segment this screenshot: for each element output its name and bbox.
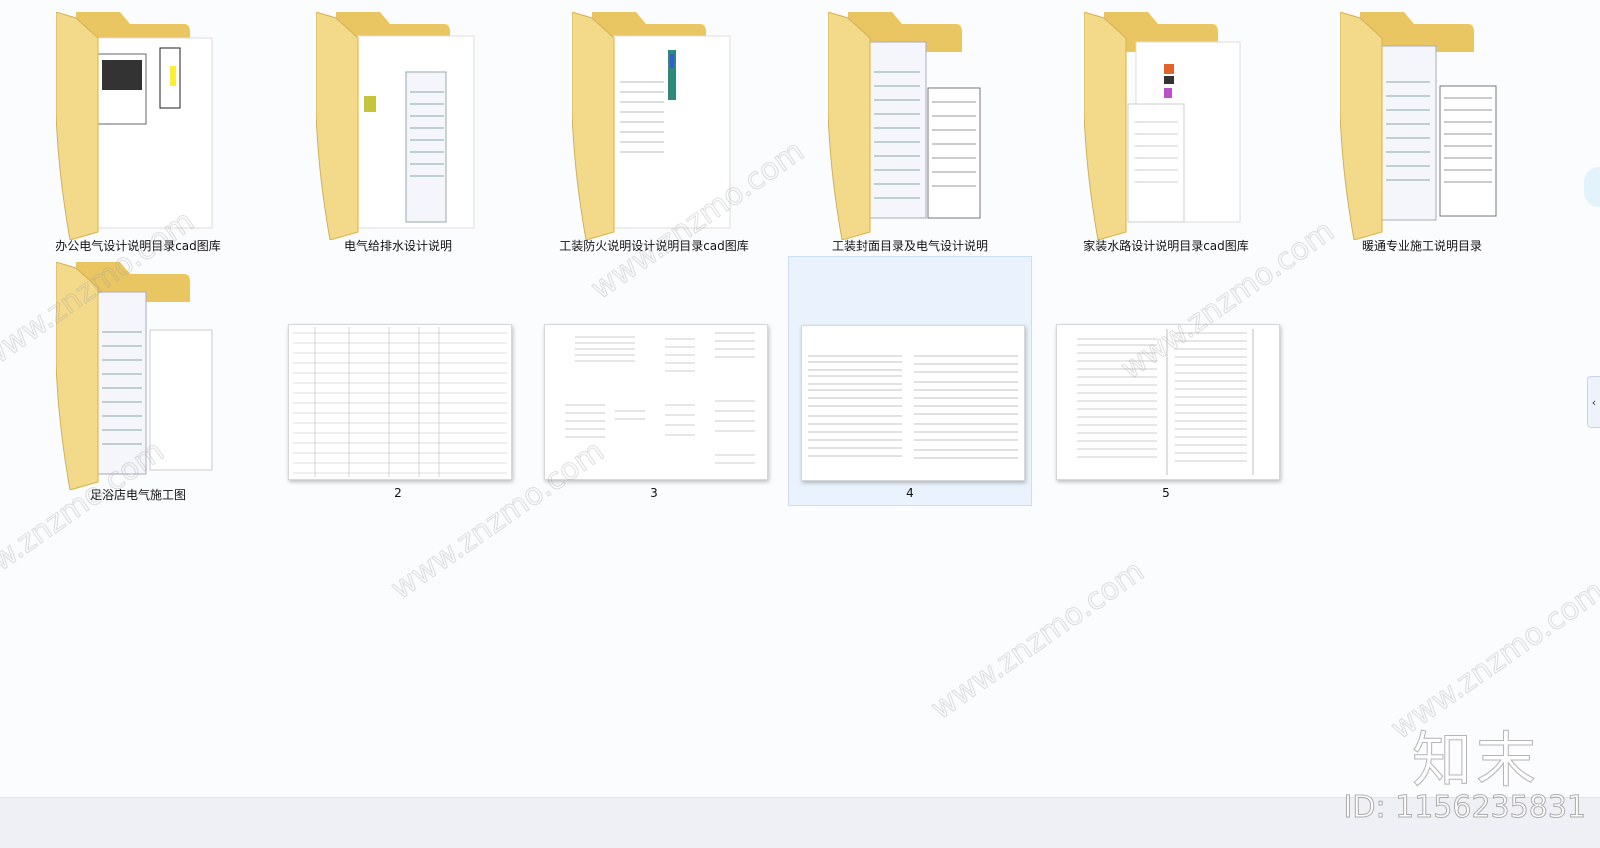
image-label: 3 bbox=[650, 486, 658, 500]
folder-label: 足浴店电气施工图 bbox=[89, 488, 186, 502]
image-thumbnail bbox=[1056, 324, 1280, 480]
collapse-panel-button[interactable]: ‹ bbox=[1587, 376, 1600, 428]
folder-item[interactable]: 电气给排水设计说明 bbox=[276, 6, 520, 256]
folder-icon bbox=[1340, 12, 1497, 240]
folder-icon bbox=[572, 12, 731, 240]
brand-id: ID: 1156235831 bbox=[1343, 790, 1586, 826]
folder-label: 家装水路设计说明目录cad图库 bbox=[1083, 239, 1249, 253]
folder-item[interactable]: 家装水路设计说明目录cad图库 bbox=[1044, 6, 1288, 256]
image-label: 2 bbox=[394, 486, 402, 500]
folder-item[interactable]: 工装封面目录及电气设计说明 bbox=[788, 6, 1032, 256]
image-label: 5 bbox=[1162, 486, 1170, 500]
image-label: 4 bbox=[906, 486, 914, 500]
folder-icon bbox=[56, 262, 213, 490]
folder-label: 办公电气设计说明目录cad图库 bbox=[55, 239, 221, 253]
folder-icon bbox=[56, 12, 213, 240]
image-thumbnail bbox=[544, 324, 768, 480]
folder-item[interactable]: 足浴店电气施工图 bbox=[16, 256, 260, 506]
image-item-selected[interactable]: 4 bbox=[788, 256, 1032, 506]
image-thumbnail bbox=[801, 325, 1025, 481]
folder-icon bbox=[316, 12, 475, 240]
folder-icon bbox=[1084, 12, 1241, 240]
image-item[interactable]: 2 bbox=[276, 256, 520, 506]
edge-indicator bbox=[1584, 167, 1600, 207]
folder-icon bbox=[828, 12, 981, 240]
folder-label: 工装防火说明设计说明目录cad图库 bbox=[559, 239, 749, 253]
image-thumbnail bbox=[288, 324, 512, 480]
folder-item[interactable]: 办公电气设计说明目录cad图库 bbox=[16, 6, 260, 256]
image-item[interactable]: 5 bbox=[1044, 256, 1288, 506]
folder-label: 电气给排水设计说明 bbox=[343, 239, 452, 253]
brand-logo: 知末 bbox=[1412, 726, 1540, 797]
file-list-pane: 办公电气设计说明目录cad图库 电气给排水设计说明 工装防火说明设计说明目录ca… bbox=[0, 0, 1600, 797]
image-item[interactable]: 3 bbox=[532, 256, 776, 506]
folder-label: 暖通专业施工说明目录 bbox=[1361, 239, 1482, 253]
folder-item[interactable]: 工装防火说明设计说明目录cad图库 bbox=[532, 6, 776, 256]
folder-label: 工装封面目录及电气设计说明 bbox=[831, 239, 988, 253]
folder-item[interactable]: 暖通专业施工说明目录 bbox=[1300, 6, 1544, 256]
